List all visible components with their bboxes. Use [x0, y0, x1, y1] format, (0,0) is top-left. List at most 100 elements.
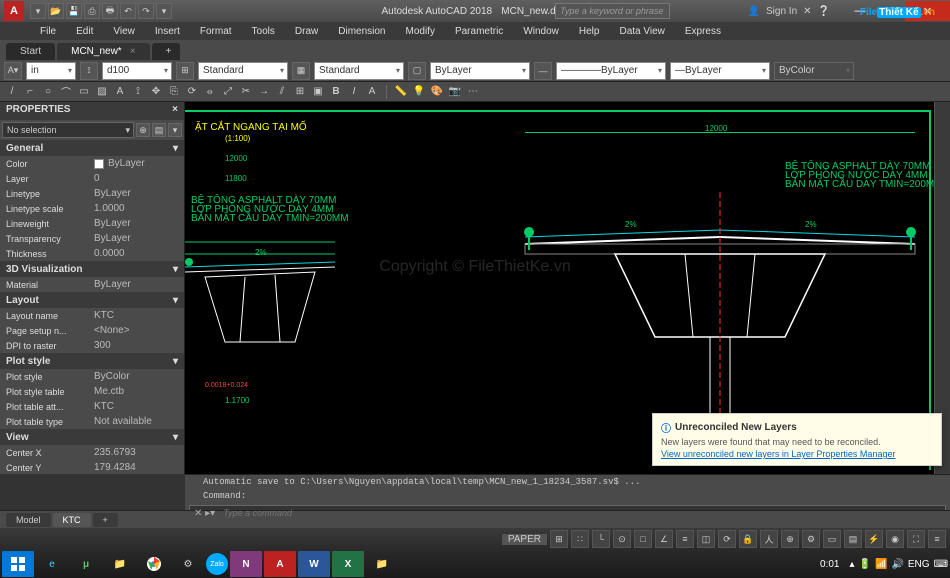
bold-icon[interactable]: B [328, 84, 344, 100]
trim-icon[interactable]: ✂ [238, 84, 254, 100]
style-icon[interactable]: ⊞ [176, 62, 194, 80]
props-row[interactable]: Center X235.6793 [0, 445, 184, 460]
new-tab-button[interactable]: + [152, 43, 180, 60]
props-row[interactable]: Plot styleByColor [0, 369, 184, 384]
qat-undo-icon[interactable]: ↶ [120, 3, 136, 19]
ltype-icon[interactable]: — [534, 62, 552, 80]
tray-battery-icon[interactable]: 🔋 [859, 559, 871, 570]
paper-toggle[interactable]: PAPER [502, 534, 547, 545]
props-row[interactable]: Layout nameKTC [0, 308, 184, 323]
props-close-icon[interactable]: × [172, 104, 178, 118]
menu-draw[interactable]: Draw [285, 24, 328, 39]
units-icon[interactable]: ▭ [823, 530, 841, 548]
qat-save-icon[interactable]: 💾 [66, 3, 82, 19]
settings-icon[interactable]: ⚙ [172, 551, 204, 577]
props-row[interactable]: Center Y179.4284 [0, 460, 184, 474]
annoscale-icon[interactable]: 🔒 [739, 530, 757, 548]
cycling-icon[interactable]: ⟳ [718, 530, 736, 548]
menu-format[interactable]: Format [190, 24, 242, 39]
copy-icon[interactable]: ⎘ [166, 84, 182, 100]
tray-lang[interactable]: ENG [908, 559, 930, 570]
props-row[interactable]: TransparencyByLayer [0, 231, 184, 246]
search-input[interactable]: Type a keyword or phrase [555, 3, 670, 19]
props-row[interactable]: Page setup n...<None> [0, 323, 184, 338]
props-value[interactable]: KTC [90, 308, 184, 323]
props-row[interactable]: LineweightByLayer [0, 216, 184, 231]
props-row[interactable]: Plot table att...KTC [0, 399, 184, 414]
menu-dataview[interactable]: Data View [609, 24, 674, 39]
props-value[interactable]: 235.6793 [90, 445, 184, 460]
layout-tab-ktc[interactable]: KTC [53, 513, 91, 527]
chrome-icon[interactable] [138, 551, 170, 577]
explorer-window-icon[interactable]: 📁 [366, 551, 398, 577]
extend-icon[interactable]: → [256, 84, 272, 100]
props-row[interactable]: Thickness0.0000 [0, 246, 184, 261]
ortho-icon[interactable]: └ [592, 530, 610, 548]
props-value[interactable]: <None> [90, 323, 184, 338]
props-value[interactable]: 300 [90, 338, 184, 353]
word-icon[interactable]: W [298, 551, 330, 577]
rotate-icon[interactable]: ⟳ [184, 84, 200, 100]
props-row[interactable]: LinetypeByLayer [0, 186, 184, 201]
props-row[interactable]: ColorByLayer [0, 156, 184, 171]
autocad-icon[interactable]: A [264, 551, 296, 577]
move-icon[interactable]: ✥ [148, 84, 164, 100]
annotation-icon[interactable]: A▾ [4, 62, 22, 80]
notification-link[interactable]: View unreconciled new layers in Layer Pr… [661, 449, 933, 459]
menu-file[interactable]: File [30, 24, 66, 39]
selectobj-icon[interactable]: ▾ [168, 123, 182, 137]
annoauto-icon[interactable]: ⊕ [781, 530, 799, 548]
props-row[interactable]: DPI to raster300 [0, 338, 184, 353]
command-input[interactable] [219, 508, 945, 518]
render-icon[interactable]: 🎨 [429, 84, 445, 100]
scale-icon[interactable]: ⤢ [220, 84, 236, 100]
props-value[interactable]: 0.0000 [90, 246, 184, 261]
qprops-icon[interactable]: ▤ [844, 530, 862, 548]
props-value[interactable]: Me.ctb [90, 384, 184, 399]
textstyle-combo[interactable]: Standard [198, 62, 288, 80]
annomon-icon[interactable]: 人 [760, 530, 778, 548]
custom-icon[interactable]: ≡ [928, 530, 946, 548]
props-group-view[interactable]: View▾ [0, 429, 184, 445]
exchange-icon[interactable]: ✕ [803, 6, 811, 17]
dim-icon[interactable]: ⟟ [80, 62, 98, 80]
tray-volume-icon[interactable]: 🔊 [891, 559, 903, 570]
props-row[interactable]: MaterialByLayer [0, 277, 184, 292]
signin-button[interactable]: Sign In [766, 6, 797, 17]
qat-open-icon[interactable]: 📂 [48, 3, 64, 19]
layout-tab-add[interactable]: + [93, 513, 118, 527]
menu-dimension[interactable]: Dimension [328, 24, 395, 39]
props-group-layout[interactable]: Layout▾ [0, 292, 184, 308]
menu-express[interactable]: Express [675, 24, 731, 39]
line-icon[interactable]: / [4, 84, 20, 100]
grid-icon[interactable]: ⊞ [550, 530, 568, 548]
more-icon[interactable]: ⋯ [465, 84, 481, 100]
props-value[interactable]: ByLayer [90, 216, 184, 231]
props-row[interactable]: Plot style tableMe.ctb [0, 384, 184, 399]
qat-new-icon[interactable]: ▾ [30, 3, 46, 19]
snap-icon[interactable]: ∷ [571, 530, 589, 548]
menu-window[interactable]: Window [513, 24, 569, 39]
arc-icon[interactable]: ⌒ [58, 84, 74, 100]
tablestyle-combo[interactable]: Standard [314, 62, 404, 80]
menu-modify[interactable]: Modify [396, 24, 445, 39]
help-icon[interactable]: ❔ [818, 6, 830, 17]
props-value[interactable]: ByLayer [90, 186, 184, 201]
props-row[interactable]: Layer0 [0, 171, 184, 186]
props-row[interactable]: Plot table typeNot available [0, 414, 184, 429]
utorrent-icon[interactable]: μ [70, 551, 102, 577]
selection-combo[interactable]: No selection [2, 122, 134, 138]
taskbar-clock[interactable]: 0:01 [812, 559, 847, 570]
start-button[interactable] [2, 551, 34, 577]
props-value[interactable]: ByLayer [90, 231, 184, 246]
tray-up-icon[interactable]: ▴ [850, 559, 855, 570]
props-group-general[interactable]: General▾ [0, 140, 184, 156]
plotcolor-combo[interactable]: ByColor [774, 62, 854, 80]
onenote-icon[interactable]: N [230, 551, 262, 577]
circle-icon[interactable]: ○ [40, 84, 56, 100]
font-icon[interactable]: A [364, 84, 380, 100]
app-icon[interactable]: A [4, 1, 24, 21]
menu-view[interactable]: View [103, 24, 145, 39]
props-group-plot-style[interactable]: Plot style▾ [0, 353, 184, 369]
transp-icon[interactable]: ◫ [697, 530, 715, 548]
